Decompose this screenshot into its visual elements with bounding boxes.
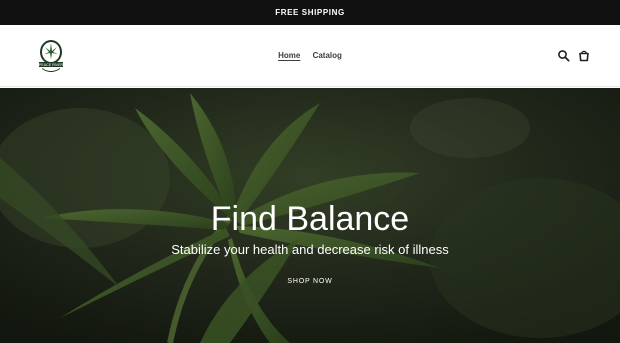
hero-banner: Find Balance Stabilize your health and d… bbox=[0, 88, 620, 343]
search-button[interactable] bbox=[557, 49, 571, 63]
shop-now-button[interactable]: SHOP NOW bbox=[0, 277, 620, 287]
cart-button[interactable] bbox=[577, 49, 591, 63]
hero-title: Find Balance bbox=[210, 200, 410, 238]
cart-icon bbox=[579, 50, 589, 62]
main-nav: Home Catalog bbox=[0, 51, 620, 60]
announcement-bar: FREE SHIPPING bbox=[0, 0, 620, 25]
announcement-text: FREE SHIPPING bbox=[275, 8, 345, 17]
svg-text:PEACE RIVER: PEACE RIVER bbox=[39, 63, 64, 67]
nav-catalog[interactable]: Catalog bbox=[313, 51, 342, 60]
site-header: PEACE RIVER Home Catalog bbox=[0, 25, 620, 87]
search-icon bbox=[558, 50, 570, 62]
nav-home[interactable]: Home bbox=[278, 51, 300, 60]
hero-subtitle: Stabilize your health and decrease risk … bbox=[171, 242, 449, 257]
